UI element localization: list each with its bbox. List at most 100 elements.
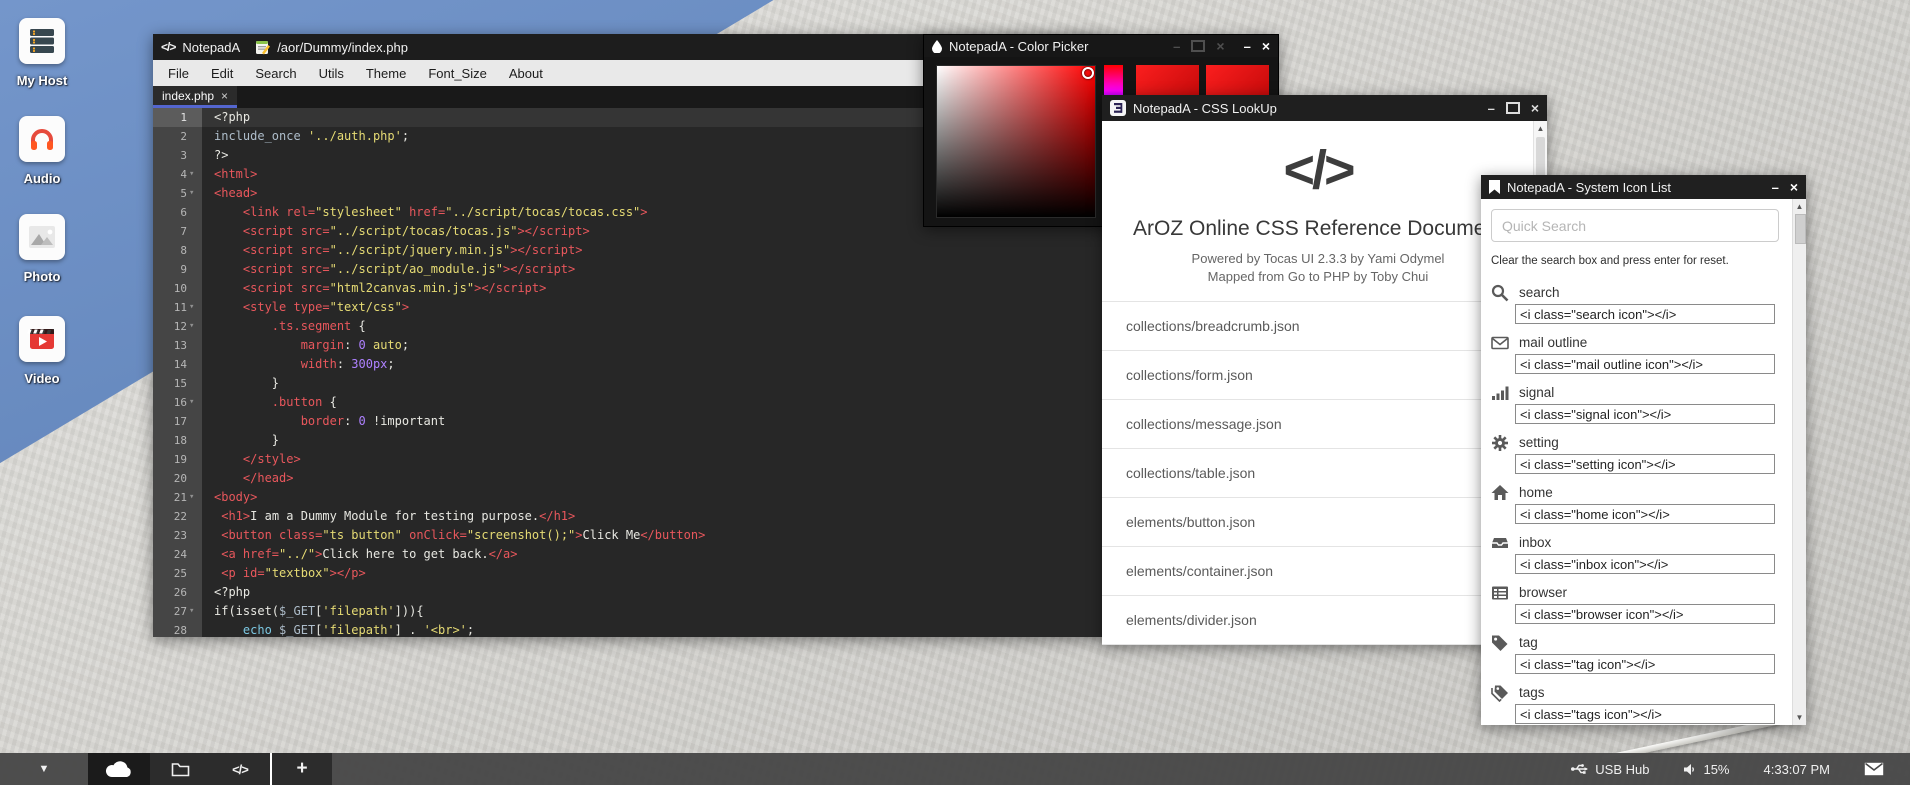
code-line[interactable]: 18 } <box>153 431 1106 450</box>
scroll-up-icon[interactable]: ▲ <box>1793 199 1806 211</box>
scroll-up-icon[interactable]: ▲ <box>1534 121 1547 133</box>
window-title: NotepadA - CSS LookUp <box>1133 101 1277 116</box>
icon-item-home: home <box>1491 483 1790 533</box>
file-manager-button[interactable] <box>150 753 210 785</box>
icon-code-input[interactable] <box>1515 604 1775 624</box>
scrollbar[interactable]: ▲ ▼ <box>1792 199 1806 725</box>
minimize-button[interactable]: – <box>1488 101 1495 116</box>
code-line[interactable]: 25 <p id="textbox"></p> <box>153 564 1106 583</box>
minimize-button[interactable]: – <box>1772 180 1779 195</box>
scroll-down-icon[interactable]: ▼ <box>1793 713 1806 722</box>
usb-status[interactable]: USB Hub <box>1571 762 1649 777</box>
bookmark-icon <box>1489 180 1500 194</box>
icon-name: tags <box>1519 685 1545 700</box>
close-button-outer[interactable]: × <box>1262 37 1270 56</box>
css-lookup-item[interactable]: collections/form.json <box>1102 351 1534 400</box>
app-title: NotepadA <box>182 40 240 55</box>
window-title: NotepadA - Color Picker <box>949 39 1088 54</box>
clock[interactable]: 4:33:07 PM <box>1764 762 1831 777</box>
close-button[interactable]: × <box>1531 99 1539 118</box>
menu-about[interactable]: About <box>498 66 554 81</box>
code-line[interactable]: 14 width: 300px; <box>153 355 1106 374</box>
code-line[interactable]: 11▾ <style type="text/css"> <box>153 298 1106 317</box>
close-button[interactable]: × <box>1216 37 1224 56</box>
code-line[interactable]: 24 <a href="../">Click here to get back.… <box>153 545 1106 564</box>
minimize-button[interactable]: – <box>1173 39 1180 54</box>
quick-search-input[interactable] <box>1491 209 1779 242</box>
maximize-button[interactable] <box>1506 102 1520 114</box>
maximize-button[interactable] <box>1191 40 1205 52</box>
menu-file[interactable]: File <box>157 66 200 81</box>
scroll-thumb[interactable] <box>1536 137 1545 179</box>
saturation-value-gradient[interactable] <box>936 65 1096 218</box>
window-title: NotepadA - System Icon List <box>1507 180 1671 195</box>
css-lookup-item[interactable]: collections/table.json <box>1102 449 1534 498</box>
css-lookup-list: collections/breadcrumb.json collections/… <box>1102 301 1534 645</box>
code-line[interactable]: 27▾if(isset($_GET['filepath'])){ <box>153 602 1106 621</box>
code-line[interactable]: 23 <button class="ts button" onClick="sc… <box>153 526 1106 545</box>
desktop-icon-photo[interactable]: Photo <box>10 214 74 284</box>
icon-code-input[interactable] <box>1515 704 1775 724</box>
minimize-button-outer[interactable]: – <box>1244 39 1251 54</box>
icon-code-input[interactable] <box>1515 554 1775 574</box>
taskbar-chevron-button[interactable]: ▼ <box>0 753 88 785</box>
code-line[interactable]: 21▾<body> <box>153 488 1106 507</box>
code-line[interactable]: 12▾ .ts.segment { <box>153 317 1106 336</box>
icon-code-input[interactable] <box>1515 404 1775 424</box>
css-lookup-item[interactable]: elements/button.json <box>1102 498 1534 547</box>
desktop-icon-my-host[interactable]: My Host <box>10 18 74 88</box>
menu-utils[interactable]: Utils <box>308 66 355 81</box>
code-line[interactable]: 26<?php <box>153 583 1106 602</box>
code-line[interactable]: 8 <script src="../script/jquery.min.js">… <box>153 241 1106 260</box>
color-picker-titlebar[interactable]: NotepadA - Color Picker – × – × <box>924 35 1278 57</box>
notifications[interactable] <box>1864 762 1884 776</box>
menu-font-size[interactable]: Font_Size <box>417 66 498 81</box>
system-icon-list-window: NotepadA - System Icon List – × Clear th… <box>1481 175 1806 725</box>
tab-index-php[interactable]: index.php × <box>153 86 237 108</box>
menu-theme[interactable]: Theme <box>355 66 417 81</box>
menu-edit[interactable]: Edit <box>200 66 244 81</box>
code-line[interactable]: 9 <script src="../script/ao_module.js"><… <box>153 260 1106 279</box>
menu-search[interactable]: Search <box>244 66 307 81</box>
icon-code-input[interactable] <box>1515 354 1775 374</box>
code-line[interactable]: 15 } <box>153 374 1106 393</box>
icon-code-input[interactable] <box>1515 304 1775 324</box>
headphones-icon <box>27 124 57 154</box>
icon-list-body: Clear the search box and press enter for… <box>1481 199 1806 725</box>
code-icon: </> <box>232 762 248 777</box>
setting-icon <box>1491 434 1509 452</box>
code-line[interactable]: 17 border: 0 !important <box>153 412 1106 431</box>
desktop-icon-video[interactable]: Video <box>10 316 74 386</box>
code-line[interactable]: 22 <h1>I am a Dummy Module for testing p… <box>153 507 1106 526</box>
code-line[interactable]: 13 margin: 0 auto; <box>153 336 1106 355</box>
code-line[interactable]: 19 </style> <box>153 450 1106 469</box>
icon-list-titlebar[interactable]: NotepadA - System Icon List – × <box>1481 175 1806 199</box>
scroll-thumb[interactable] <box>1795 214 1806 244</box>
color-cursor[interactable] <box>1082 67 1094 79</box>
code-line[interactable]: 16▾ .button { <box>153 393 1106 412</box>
taskbar: ▼ </> + <box>0 753 1910 785</box>
css-lookup-item[interactable]: collections/breadcrumb.json <box>1102 302 1534 351</box>
desktop-home-button[interactable] <box>88 753 150 785</box>
close-button[interactable]: × <box>1790 178 1798 197</box>
icon-name: mail outline <box>1519 335 1587 350</box>
code-line[interactable]: 20 </head> <box>153 469 1106 488</box>
css-lookup-titlebar[interactable]: NotepadA - CSS LookUp – × <box>1102 95 1547 121</box>
code-line[interactable]: 28 echo $_GET['filepath'] . '<br>'; <box>153 621 1106 637</box>
system-tray: USB Hub 15% 4:33:07 PM <box>1571 753 1910 785</box>
add-button[interactable]: + <box>272 753 332 785</box>
css-lookup-item[interactable]: collections/message.json <box>1102 400 1534 449</box>
volume-status[interactable]: 15% <box>1683 762 1729 777</box>
signal-icon <box>1491 384 1509 402</box>
code-line[interactable]: 10 <script src="html2canvas.min.js"></sc… <box>153 279 1106 298</box>
desktop-icon-audio[interactable]: Audio <box>10 116 74 186</box>
code-editor-taskbar-button[interactable]: </> <box>210 753 270 785</box>
css-lookup-item[interactable]: elements/container.json <box>1102 547 1534 596</box>
icon-code-input[interactable] <box>1515 654 1775 674</box>
css-lookup-item[interactable]: elements/divider.json <box>1102 596 1534 645</box>
tab-close-icon[interactable]: × <box>221 89 228 103</box>
tags-icon <box>1491 684 1509 702</box>
icon-code-input[interactable] <box>1515 504 1775 524</box>
browser-icon <box>1491 584 1509 602</box>
icon-code-input[interactable] <box>1515 454 1775 474</box>
